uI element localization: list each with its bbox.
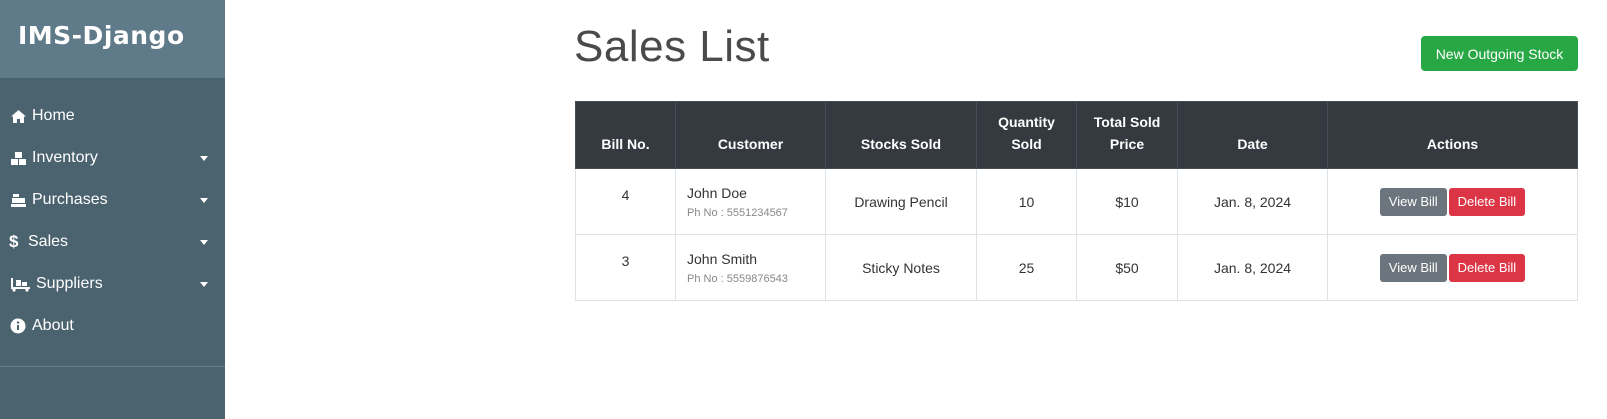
chevron-down-icon bbox=[200, 239, 208, 245]
sidebar-item-suppliers[interactable]: Suppliers bbox=[0, 263, 225, 305]
view-bill-button[interactable]: View Bill bbox=[1379, 187, 1447, 216]
sidebar-item-label: Home bbox=[32, 107, 75, 124]
price-cell: $10 bbox=[1076, 168, 1178, 235]
customer-cell: John Doe Ph No : 5551234567 bbox=[675, 168, 826, 235]
chevron-down-icon bbox=[200, 155, 208, 161]
info-icon bbox=[9, 318, 27, 334]
sidebar-item-sales[interactable]: $ Sales bbox=[0, 221, 225, 263]
column-header-bill-no: Bill No. bbox=[575, 101, 676, 169]
dollar-icon: $ bbox=[9, 232, 19, 251]
chevron-down-icon bbox=[200, 281, 208, 287]
column-header-actions: Actions bbox=[1327, 101, 1578, 169]
home-icon bbox=[9, 108, 27, 124]
brand-bar: IMS-Django bbox=[0, 0, 225, 78]
stock-cell: Drawing Pencil bbox=[825, 168, 977, 235]
sales-table: Bill No. Customer Stocks Sold Quantity S… bbox=[575, 101, 1578, 301]
sidebar-item-about[interactable]: About bbox=[0, 305, 225, 347]
sidebar-item-label: Inventory bbox=[32, 149, 98, 166]
sidebar-item-home[interactable]: Home bbox=[0, 95, 225, 137]
bill-no-cell: 3 bbox=[575, 234, 676, 301]
table-row: 3 John Smith Ph No : 5559876543 Sticky N… bbox=[575, 234, 1578, 301]
table-row: 4 John Doe Ph No : 5551234567 Drawing Pe… bbox=[575, 168, 1578, 235]
date-cell: Jan. 8, 2024 bbox=[1177, 234, 1328, 301]
sidebar-item-label: Suppliers bbox=[36, 275, 103, 292]
delete-bill-button[interactable]: Delete Bill bbox=[1448, 187, 1526, 216]
brand-title[interactable]: IMS-Django bbox=[18, 21, 185, 50]
sidebar-item-purchases[interactable]: Purchases bbox=[0, 179, 225, 221]
sidebar-item-label: Purchases bbox=[32, 191, 108, 208]
sidebar: IMS-Django Home Inventory Purchases $ Sa… bbox=[0, 0, 225, 419]
sidebar-divider bbox=[0, 366, 225, 367]
sidebar-nav: Home Inventory Purchases $ Sales Supplie bbox=[0, 78, 225, 347]
truck-loading-icon bbox=[9, 276, 31, 292]
actions-cell: View Bill Delete Bill bbox=[1327, 168, 1578, 235]
sidebar-item-inventory[interactable]: Inventory bbox=[0, 137, 225, 179]
customer-phone: Ph No : 5559876543 bbox=[687, 272, 788, 285]
chevron-down-icon bbox=[200, 197, 208, 203]
customer-phone: Ph No : 5551234567 bbox=[687, 206, 788, 219]
table-header-row: Bill No. Customer Stocks Sold Quantity S… bbox=[575, 101, 1578, 169]
bill-no-cell: 4 bbox=[575, 168, 676, 235]
column-header-quantity-sold: Quantity Sold bbox=[976, 101, 1077, 169]
customer-name: John Doe bbox=[687, 184, 747, 201]
boxes-icon bbox=[9, 150, 27, 166]
sidebar-item-label: Sales bbox=[28, 233, 69, 250]
stock-cell: Sticky Notes bbox=[825, 234, 977, 301]
quantity-cell: 10 bbox=[976, 168, 1077, 235]
customer-cell: John Smith Ph No : 5559876543 bbox=[675, 234, 826, 301]
customer-name: John Smith bbox=[687, 250, 758, 267]
column-header-date: Date bbox=[1177, 101, 1328, 169]
column-header-stocks-sold: Stocks Sold bbox=[825, 101, 977, 169]
price-cell: $50 bbox=[1076, 234, 1178, 301]
page-title: Sales List bbox=[574, 22, 770, 71]
sidebar-item-label: About bbox=[32, 317, 74, 334]
new-outgoing-stock-button[interactable]: New Outgoing Stock bbox=[1421, 36, 1578, 71]
column-header-customer: Customer bbox=[675, 101, 826, 169]
quantity-cell: 25 bbox=[976, 234, 1077, 301]
view-bill-button[interactable]: View Bill bbox=[1379, 253, 1447, 282]
column-header-total-sold-price: Total Sold Price bbox=[1076, 101, 1178, 169]
actions-cell: View Bill Delete Bill bbox=[1327, 234, 1578, 301]
cash-register-icon bbox=[9, 192, 27, 208]
delete-bill-button[interactable]: Delete Bill bbox=[1448, 253, 1526, 282]
date-cell: Jan. 8, 2024 bbox=[1177, 168, 1328, 235]
